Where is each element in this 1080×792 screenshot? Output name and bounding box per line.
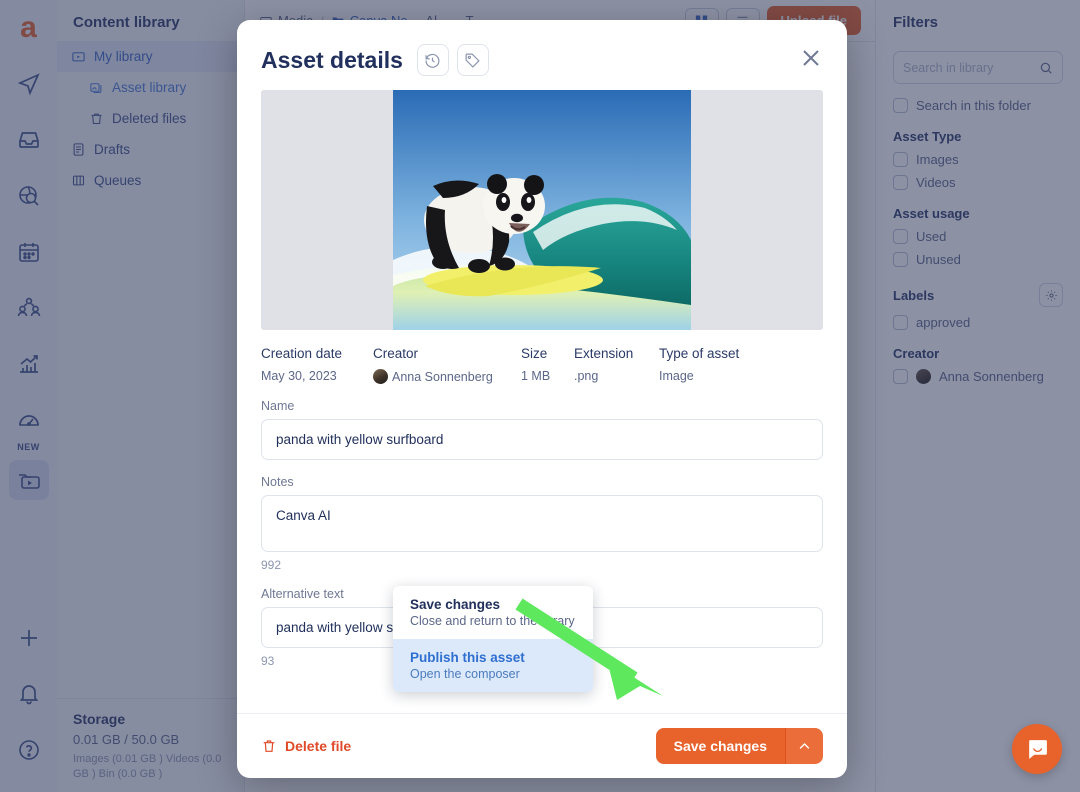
chat-widget-button[interactable] bbox=[1012, 724, 1062, 774]
delete-file-label: Delete file bbox=[285, 738, 352, 754]
save-changes-button[interactable]: Save changes bbox=[655, 728, 785, 764]
notes-input[interactable]: Canva AI bbox=[261, 495, 823, 552]
menu-item-publish-this-asset[interactable]: Publish this asset Open the composer bbox=[393, 639, 593, 692]
notes-counter: 992 bbox=[261, 558, 282, 572]
meta-creator: Creator Anna Sonnenberg bbox=[373, 346, 493, 384]
menu-item-title: Save changes bbox=[410, 597, 501, 612]
menu-item-subtitle: Open the composer bbox=[410, 667, 520, 681]
name-input[interactable]: panda with yellow surfboard bbox=[261, 419, 823, 460]
asset-metadata: Creation date May 30, 2023 Creator Anna … bbox=[261, 346, 823, 384]
notes-label: Notes bbox=[261, 475, 294, 489]
meta-extension: Extension .png bbox=[574, 346, 634, 383]
modal-header: Asset details bbox=[237, 20, 847, 90]
avatar bbox=[373, 369, 388, 384]
save-options-dropdown: Save changes Close and return to the lib… bbox=[393, 586, 593, 692]
chevron-up-icon[interactable] bbox=[785, 728, 823, 764]
app-root: a NEW bbox=[0, 0, 1080, 792]
delete-file-button[interactable]: Delete file bbox=[261, 738, 351, 754]
meta-type-of-asset: Type of asset Image bbox=[659, 346, 740, 383]
asset-preview bbox=[261, 90, 823, 330]
trash-icon bbox=[263, 740, 275, 752]
modal-title: Asset details bbox=[261, 46, 403, 73]
notes-field-group: Notes Canva AI 992 bbox=[261, 475, 823, 572]
meta-size: Size 1 MB bbox=[521, 346, 551, 383]
menu-item-title: Publish this asset bbox=[410, 650, 525, 665]
name-field-group: Name panda with yellow surfboard bbox=[261, 399, 823, 460]
close-icon[interactable] bbox=[799, 46, 823, 75]
panda-surfboard-image bbox=[393, 90, 691, 330]
menu-item-save-changes[interactable]: Save changes Close and return to the lib… bbox=[393, 586, 593, 639]
modal-footer: Delete file Save changes bbox=[237, 713, 847, 778]
chat-bubble-icon bbox=[1028, 739, 1047, 759]
tag-icon[interactable] bbox=[456, 44, 489, 76]
save-changes-split-button: Save changes bbox=[655, 728, 823, 764]
name-label: Name bbox=[261, 399, 295, 413]
meta-creation-date: Creation date May 30, 2023 bbox=[261, 346, 343, 383]
menu-item-subtitle: Close and return to the library bbox=[410, 614, 575, 628]
history-icon[interactable] bbox=[416, 44, 449, 76]
